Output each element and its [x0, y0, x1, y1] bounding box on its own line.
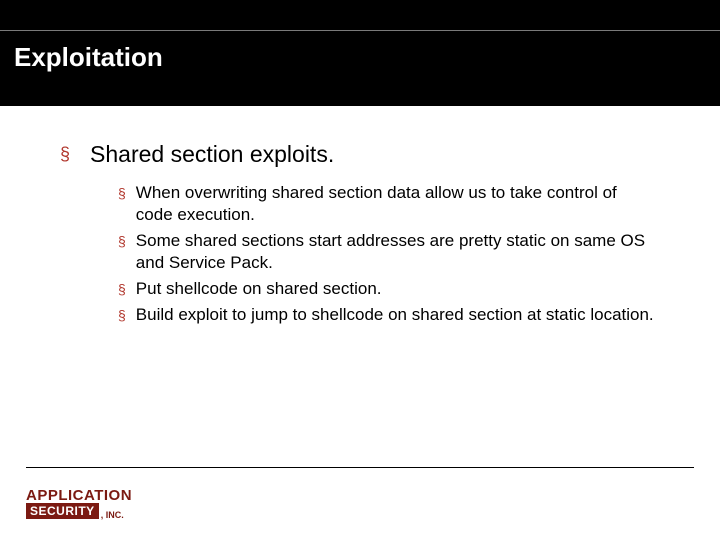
sub-bullet-text: Some shared sections start addresses are… [136, 230, 656, 274]
sub-bullet-text: Build exploit to jump to shellcode on sh… [136, 304, 654, 326]
content-area: § Shared section exploits. § When overwr… [0, 106, 720, 326]
sub-bullet-list: § When overwriting shared section data a… [118, 182, 680, 326]
bullet-icon: § [118, 304, 126, 326]
title-bar: Exploitation [0, 0, 720, 106]
sub-bullet-text: When overwriting shared section data all… [136, 182, 656, 226]
logo-line2-wrap: SECURITY, INC. [26, 502, 132, 520]
bullet-icon: § [60, 140, 70, 168]
slide-title: Exploitation [14, 42, 163, 73]
title-divider [0, 30, 720, 31]
sub-bullet: § Build exploit to jump to shellcode on … [118, 304, 680, 326]
sub-bullet: § Some shared sections start addresses a… [118, 230, 680, 274]
bullet-icon: § [118, 230, 126, 274]
main-bullet-text: Shared section exploits. [90, 140, 334, 168]
sub-bullet: § When overwriting shared section data a… [118, 182, 680, 226]
logo-suffix: , INC. [101, 510, 124, 520]
bullet-icon: § [118, 278, 126, 300]
logo-line2: SECURITY [26, 503, 99, 519]
bullet-icon: § [118, 182, 126, 226]
company-logo: APPLICATION SECURITY, INC. [26, 487, 132, 520]
footer-divider [26, 467, 694, 468]
sub-bullet: § Put shellcode on shared section. [118, 278, 680, 300]
main-bullet: § Shared section exploits. [60, 140, 680, 168]
sub-bullet-text: Put shellcode on shared section. [136, 278, 382, 300]
